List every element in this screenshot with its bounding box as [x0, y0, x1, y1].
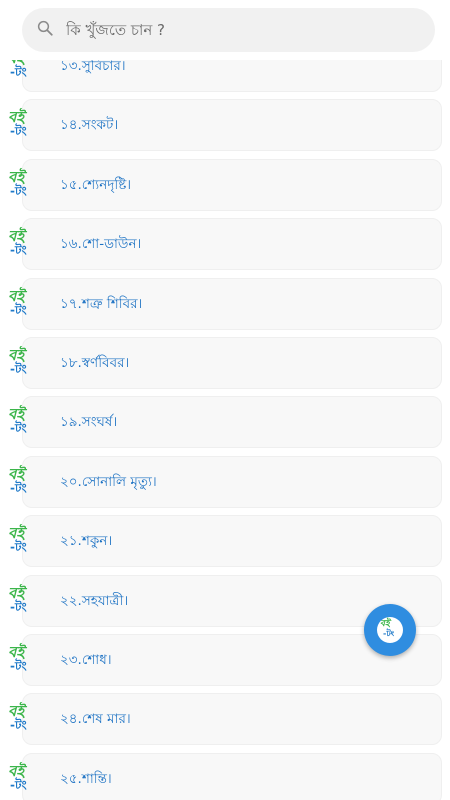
list-item[interactable]: বই -টং ২৪.শেষ মার। — [0, 693, 450, 746]
list-item[interactable]: বই -টং ২০.সোনালি মৃত্যু। — [0, 455, 450, 508]
list-item-label: ২০.সোনালি মৃত্যু। — [60, 473, 157, 490]
list-item-label: ১৭.শত্রু শিবির। — [60, 295, 143, 312]
app-logo-icon: বই-টং — [8, 405, 27, 436]
app-logo-icon: বই-টং — [8, 167, 27, 198]
search-input[interactable] — [64, 20, 398, 40]
list-item[interactable]: বই -টং ২৫.শান্তি। — [0, 752, 450, 800]
list-item-label: ১৫.শ্যেনদৃষ্টি। — [60, 176, 132, 193]
list-item-label: ২৫.শান্তি। — [60, 770, 112, 787]
list-item-label: ২৪.শেষ মার। — [60, 711, 131, 728]
app-logo-icon: বই-টং — [8, 524, 27, 555]
list-item[interactable]: বই -টং ১৫.শ্যেনদৃষ্টি। — [0, 158, 450, 211]
app-logo-fab-button[interactable]: বই -টং — [364, 604, 416, 656]
list-item-label: ১৯.সংঘর্ষ। — [60, 414, 118, 431]
app-logo-icon: বই-টং — [8, 286, 27, 317]
app-logo-icon: বই-টং — [8, 643, 27, 673]
book-list: বই-টং১৩.সুবিচার।বই-টং১৪.সংকট।বই-টং১৫.শ্য… — [0, 0, 450, 800]
app-logo-icon: বই-টং — [8, 464, 27, 495]
list-item-label: ১৬.শো-ডাউন। — [60, 236, 142, 253]
search-bar[interactable] — [22, 8, 435, 52]
list-item[interactable]: বই -টং ১৯.সংঘর্ষ। — [0, 396, 450, 449]
app-logo-icon: বই-টং — [8, 108, 27, 139]
list-item[interactable]: বই -টং ১৬.শো-ডাউন। — [0, 218, 450, 271]
list-item-label: ২২.সহযাত্রী। — [60, 592, 129, 609]
search-icon — [36, 19, 54, 41]
app-logo-icon: বই-টং — [8, 761, 27, 792]
list-item-label: ২১.শকুন। — [60, 533, 113, 550]
list-item[interactable]: বই -টং ২১.শকুন। — [0, 515, 450, 568]
app-logo-icon: বই -টং — [377, 617, 403, 643]
app-logo-icon: বই-টং — [8, 346, 27, 376]
app-logo-icon: বই-টং — [8, 227, 27, 258]
list-item[interactable]: বই -টং ১৮.স্বর্ণবিবর। — [0, 337, 450, 389]
app-logo-icon: বই-টং — [8, 702, 27, 733]
app-logo-icon: বই-টং — [8, 583, 27, 614]
list-item-label: ১৪.সংকট। — [60, 117, 119, 134]
list-item-label: ২৩.শোধ। — [60, 652, 112, 668]
list-item[interactable]: বই -টং ১৪.সংকট। — [0, 99, 450, 152]
list-item-label: ১৮.স্বর্ণবিবর। — [60, 355, 130, 371]
list-item[interactable]: বই -টং ১৭.শত্রু শিবির। — [0, 277, 450, 330]
search-header — [0, 0, 450, 60]
